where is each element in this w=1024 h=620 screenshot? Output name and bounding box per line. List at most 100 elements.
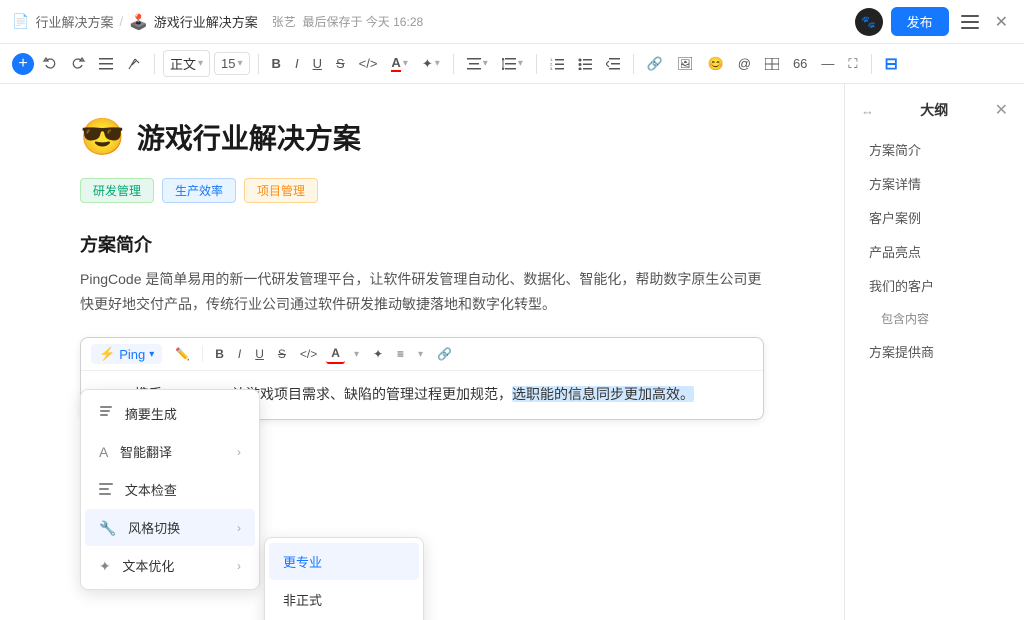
more-format-button[interactable]: ✦ ▾: [417, 53, 445, 75]
tag-research[interactable]: 研发管理: [80, 178, 154, 203]
inline-align[interactable]: ≡: [392, 345, 409, 363]
table-button[interactable]: [760, 55, 784, 73]
close-button[interactable]: ✕: [991, 8, 1012, 36]
strike-button[interactable]: S: [331, 53, 350, 74]
inline-code[interactable]: </>: [295, 345, 322, 363]
style-selector[interactable]: 正文 ▾: [163, 50, 210, 77]
align-button[interactable]: ▾: [462, 55, 493, 73]
inline-toolbar: ⚡ Ping ▾ ✏️ B I U S </> A ▾ ✦ ≡ ▾: [81, 338, 763, 371]
bold-button[interactable]: B: [267, 53, 286, 74]
divider-1: [154, 54, 155, 74]
undo-button[interactable]: [38, 54, 62, 74]
inline-text-highlighted: 选职能的信息同步更加高效。: [512, 386, 694, 402]
emoji-button[interactable]: 😊: [703, 53, 729, 75]
avatar-icon[interactable]: 🐾: [855, 8, 883, 36]
doc-emoji: 😎: [80, 116, 125, 158]
outline-toggle-button[interactable]: ⊟: [880, 51, 903, 77]
doc-title: 游戏行业解决方案: [137, 117, 361, 157]
sidebar-item-detail[interactable]: 方案详情: [853, 167, 1016, 200]
sidebar-header: ↔ 大纲 ✕: [845, 100, 1024, 132]
sidebar-close-button[interactable]: ✕: [995, 100, 1008, 120]
doc-emoji: 🕹️: [129, 13, 148, 31]
ordered-list-button[interactable]: 1.2.3.: [545, 55, 569, 73]
section-content: PingCode 是简单易用的新一代研发管理平台，让软件研发管理自动化、数据化、…: [80, 267, 764, 317]
menu-icon[interactable]: [957, 11, 983, 33]
inline-italic[interactable]: I: [233, 345, 246, 363]
brand-label: Ping: [119, 347, 145, 362]
divider-5: [633, 54, 634, 74]
tags-row: 研发管理 生产效率 项目管理: [80, 178, 764, 203]
submenu-item-informal[interactable]: 非正式: [269, 581, 419, 618]
menu-item-summary[interactable]: 摘要生成: [85, 395, 255, 432]
doc-title-breadcrumb[interactable]: 游戏行业解决方案: [154, 12, 258, 31]
sidebar: ↔ 大纲 ✕ 方案简介 方案详情 客户案例 产品亮点 我们的客户 包含内容 方案…: [844, 84, 1024, 620]
save-user: 张艺: [272, 15, 296, 29]
inline-brand[interactable]: ⚡ Ping ▾: [91, 344, 162, 364]
divider-4: [536, 54, 537, 74]
sidebar-title: 大纲: [920, 100, 948, 120]
inline-strike[interactable]: S: [273, 345, 291, 363]
inline-bold[interactable]: B: [210, 345, 229, 363]
inline-more[interactable]: ✦: [368, 345, 388, 363]
underline-button[interactable]: U: [308, 53, 327, 74]
sidebar-item-contents[interactable]: 包含内容: [853, 303, 1016, 334]
add-button[interactable]: +: [12, 53, 34, 75]
at-button[interactable]: @: [733, 53, 756, 74]
italic-button[interactable]: I: [290, 53, 304, 74]
section-title: 方案简介: [80, 231, 764, 257]
breadcrumb-root[interactable]: 行业解决方案: [35, 12, 113, 31]
style-label: 正文: [170, 54, 196, 73]
publish-button[interactable]: 发布: [891, 7, 949, 36]
sidebar-item-provider[interactable]: 方案提供商: [853, 335, 1016, 368]
submenu: 更专业 非正式 更直接 更自信 更友好: [264, 537, 424, 620]
title-bar-right: 🐾 发布 ✕: [855, 7, 1012, 36]
content-area: 😎 游戏行业解决方案 研发管理 生产效率 项目管理 方案简介 PingCode …: [0, 84, 844, 620]
counter-button[interactable]: 66: [788, 53, 812, 74]
inline-align-arrow[interactable]: ▾: [413, 347, 428, 362]
menu-item-style[interactable]: 🔧 风格切换 ›: [85, 509, 255, 546]
inline-color-arrow[interactable]: ▾: [349, 347, 364, 362]
indent-button[interactable]: [94, 55, 118, 73]
doc-title-row: 😎 游戏行业解决方案: [80, 116, 764, 158]
menu-item-translate[interactable]: A 智能翻译 ›: [85, 433, 255, 470]
size-selector[interactable]: 15 ▾: [214, 52, 250, 75]
main: 😎 游戏行业解决方案 研发管理 生产效率 项目管理 方案简介 PingCode …: [0, 84, 1024, 620]
menu-item-translate-label: 智能翻译: [120, 445, 172, 460]
unordered-list-button[interactable]: [573, 55, 597, 73]
indent-out-button[interactable]: [601, 55, 625, 73]
sidebar-item-cases[interactable]: 客户案例: [853, 201, 1016, 234]
sidebar-item-customers[interactable]: 我们的客户: [853, 269, 1016, 302]
fullscreen-button[interactable]: ⛶: [843, 53, 862, 75]
sidebar-item-highlights[interactable]: 产品亮点: [853, 235, 1016, 268]
inline-editor-container: ⚡ Ping ▾ ✏️ B I U S </> A ▾ ✦ ≡ ▾: [80, 337, 764, 420]
menu-item-check[interactable]: 文本检查: [85, 471, 255, 508]
save-info: 张艺 最后保存于 今天 16:28: [272, 13, 423, 30]
divider-insert-button[interactable]: —: [816, 53, 839, 74]
expand-icon: ↔: [861, 103, 874, 118]
menu-item-style-label: 风格切换: [128, 521, 180, 536]
menu-item-summary-label: 摘要生成: [125, 407, 177, 422]
menu-item-optimize-label: 文本优化: [122, 559, 174, 574]
tag-productivity[interactable]: 生产效率: [162, 178, 236, 203]
save-text: 最后保存于 今天 16:28: [302, 15, 423, 29]
submenu-item-professional[interactable]: 更专业: [269, 543, 419, 580]
tag-project[interactable]: 项目管理: [244, 178, 318, 203]
link-button[interactable]: 🔗: [642, 53, 668, 75]
line-height-button[interactable]: ▾: [497, 55, 528, 73]
code-button[interactable]: </>: [354, 53, 383, 74]
divider-2: [258, 54, 259, 74]
color-button[interactable]: A ▾: [386, 52, 412, 75]
sidebar-item-intro[interactable]: 方案简介: [853, 133, 1016, 166]
menu-item-optimize[interactable]: ✦ 文本优化 ›: [85, 547, 255, 584]
breadcrumb-icon: 📄: [12, 13, 29, 30]
inline-color[interactable]: A: [326, 344, 345, 364]
inline-link[interactable]: 🔗: [432, 345, 457, 363]
breadcrumb-sep: /: [119, 14, 123, 29]
inline-underline[interactable]: U: [250, 345, 269, 363]
image-button[interactable]: 🖼: [672, 53, 699, 75]
title-bar: 📄 行业解决方案 / 🕹️ 游戏行业解决方案 张艺 最后保存于 今天 16:28…: [0, 0, 1024, 44]
redo-button[interactable]: [66, 54, 90, 74]
inline-pencil[interactable]: ✏️: [170, 345, 195, 363]
clear-format-button[interactable]: [122, 54, 146, 74]
divider-6: [871, 54, 872, 74]
